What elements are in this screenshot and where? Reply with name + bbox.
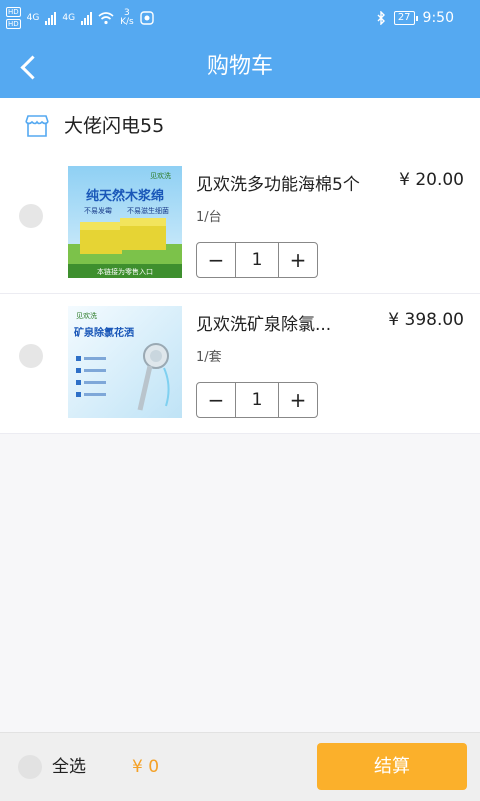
status-indicators: HD HD 4G 4G 3 K/s	[6, 4, 154, 32]
item-unit: 1/台	[196, 210, 222, 225]
quantity-stepper: − 1 +	[196, 382, 318, 418]
product-thumbnail[interactable]: 见欢洗 矿泉除氯花洒	[68, 306, 182, 418]
item-select-checkbox[interactable]	[19, 204, 43, 228]
thumbnail-brand: 见欢洗	[150, 171, 171, 180]
store-header[interactable]: 大佬闪电55	[0, 98, 480, 155]
item-price: ¥ 398.00	[388, 310, 464, 330]
back-button[interactable]	[14, 50, 48, 84]
network-speed: 3 K/s	[120, 8, 134, 27]
thumbnail-headline: 矿泉除氯花洒	[74, 326, 134, 339]
checkout-bar: 全选 ¥ 0 结算	[0, 732, 480, 801]
hd-badge: HD	[6, 7, 21, 17]
quantity-stepper: − 1 +	[196, 242, 318, 278]
select-all-label[interactable]: 全选	[52, 733, 86, 801]
hd-badges: HD HD	[6, 7, 21, 29]
cart-item: 见欢洗 矿泉除氯花洒 见欢洗矿泉除氯... ¥ 398.00 1/套 − 1 +	[0, 294, 480, 434]
checkout-button[interactable]: 结算	[317, 743, 467, 790]
thumbnail-footer: 本链接为零售入口	[97, 267, 153, 276]
store-name: 大佬闪电55	[64, 115, 165, 137]
item-name[interactable]: 见欢洗矿泉除氯...	[196, 310, 331, 335]
wifi-icon	[98, 11, 114, 24]
signal-icon	[81, 11, 93, 25]
thumbnail-caption: 不易滋生细菌	[127, 206, 169, 215]
total-price: ¥ 0	[132, 757, 160, 777]
decrease-button[interactable]: −	[197, 383, 235, 417]
decrease-button[interactable]: −	[197, 243, 235, 277]
product-thumbnail[interactable]: 见欢洗 纯天然木浆绵 不易发霉 不易滋生细菌 本链接为零售入口	[68, 166, 182, 278]
select-all-checkbox[interactable]	[18, 755, 42, 779]
cart-item: 见欢洗 纯天然木浆绵 不易发霉 不易滋生细菌 本链接为零售入口 见欢洗多功能海棉…	[0, 154, 480, 294]
clock: 9:50	[422, 10, 454, 26]
item-price: ¥ 20.00	[399, 170, 464, 190]
item-name[interactable]: 见欢洗多功能海棉5个	[196, 170, 360, 195]
quantity-value[interactable]: 1	[235, 243, 279, 277]
nav-bar: 购物车	[0, 36, 480, 98]
item-unit: 1/套	[196, 350, 222, 365]
thumbnail-brand: 见欢洗	[76, 311, 97, 320]
battery-icon: 27	[393, 11, 418, 25]
bluetooth-icon	[377, 11, 385, 25]
thumbnail-headline: 纯天然木浆绵	[86, 188, 164, 204]
increase-button[interactable]: +	[279, 243, 317, 277]
item-select-checkbox[interactable]	[19, 344, 43, 368]
quantity-value[interactable]: 1	[235, 383, 279, 417]
hd-badge: HD	[6, 19, 21, 29]
status-right: 27 9:50	[376, 0, 454, 36]
signal-icon	[45, 11, 57, 25]
thumbnail-caption: 不易发霉	[84, 206, 112, 215]
store-icon	[25, 115, 49, 137]
network-label: 4G	[62, 13, 76, 23]
app-notification-icon	[139, 11, 154, 25]
network-label: 4G	[26, 13, 40, 23]
page-title: 购物车	[206, 54, 273, 79]
status-bar: HD HD 4G 4G 3 K/s 27 9:50	[0, 0, 480, 36]
increase-button[interactable]: +	[279, 383, 317, 417]
